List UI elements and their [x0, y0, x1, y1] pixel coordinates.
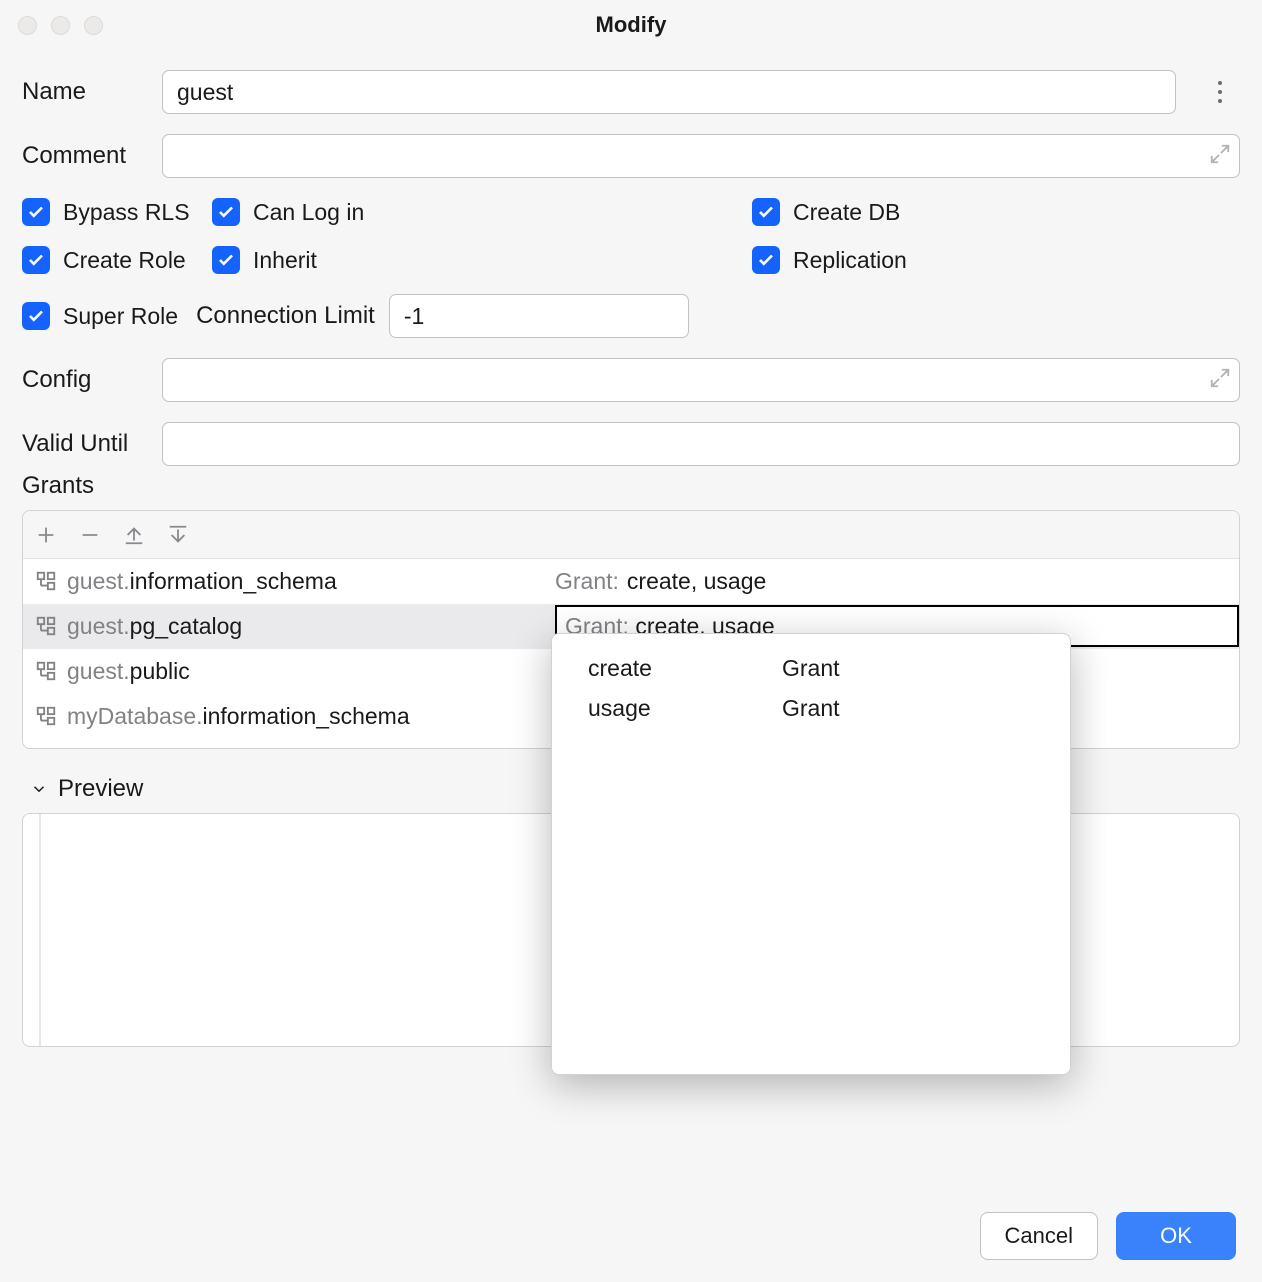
preview-gutter	[39, 814, 41, 1046]
popup-item-kind: Grant	[782, 695, 840, 722]
expand-icon	[1209, 143, 1231, 165]
valid-until-label: Valid Until	[22, 430, 162, 458]
bypass-rls-checkbox[interactable]: Bypass RLS	[22, 198, 212, 226]
name-more-button[interactable]	[1200, 81, 1240, 103]
comment-input[interactable]	[162, 134, 1240, 178]
schema-icon	[35, 615, 57, 637]
checkbox-checked-icon	[212, 246, 240, 274]
form-body: Name guest Comment Bypass RLS Can Log in…	[0, 50, 1262, 466]
checkbox-checked-icon	[752, 198, 780, 226]
remove-button[interactable]	[79, 524, 101, 546]
name-value: guest	[177, 79, 233, 106]
move-down-button[interactable]	[167, 524, 189, 546]
grants-toolbar	[23, 511, 1239, 559]
move-up-button[interactable]	[123, 524, 145, 546]
options-grid: Bypass RLS Can Log in Create DB Create R…	[22, 198, 1240, 274]
config-input[interactable]	[162, 358, 1240, 402]
ok-button[interactable]: OK	[1116, 1212, 1236, 1260]
name-label: Name	[22, 78, 162, 106]
checkbox-checked-icon	[212, 198, 240, 226]
kebab-icon	[1218, 81, 1222, 85]
create-db-checkbox[interactable]: Create DB	[752, 198, 1240, 226]
connection-limit-input[interactable]: -1	[389, 294, 689, 338]
checkbox-checked-icon	[752, 246, 780, 274]
name-row: Name guest	[22, 70, 1240, 114]
arrow-down-icon	[167, 524, 189, 546]
checkbox-checked-icon	[22, 198, 50, 226]
can-login-label: Can Log in	[253, 199, 364, 226]
footer: Cancel OK	[980, 1212, 1236, 1260]
comment-row: Comment	[22, 134, 1240, 178]
create-role-checkbox[interactable]: Create Role	[22, 246, 212, 274]
ok-label: OK	[1160, 1223, 1192, 1249]
kebab-icon	[1218, 99, 1222, 103]
grants-label: Grants	[22, 472, 1262, 500]
popup-item-name: create	[552, 655, 782, 682]
super-role-row: Super Role Connection Limit -1	[22, 294, 1240, 338]
can-login-checkbox[interactable]: Can Log in	[212, 198, 752, 226]
grant-row[interactable]: guest.information_schema Grant: create, …	[23, 559, 1239, 604]
replication-checkbox[interactable]: Replication	[752, 246, 1240, 274]
popup-item-name: usage	[552, 695, 782, 722]
popup-item[interactable]: create Grant	[552, 648, 1070, 688]
grant-completion-popup[interactable]: create Grant usage Grant	[551, 633, 1071, 1075]
super-role-label: Super Role	[63, 303, 178, 330]
checkbox-checked-icon	[22, 302, 50, 330]
connection-limit-value: -1	[404, 303, 424, 330]
grant-scope-name: pg_catalog	[130, 613, 243, 639]
name-input[interactable]: guest	[162, 70, 1176, 114]
arrow-up-icon	[123, 524, 145, 546]
config-label: Config	[22, 366, 162, 394]
config-row: Config	[22, 358, 1240, 402]
expand-icon	[1209, 367, 1231, 389]
valid-until-row: Valid Until	[22, 422, 1240, 466]
grant-scope-prefix: myDatabase.	[67, 703, 203, 729]
replication-label: Replication	[793, 247, 907, 274]
add-button[interactable]	[35, 524, 57, 546]
super-role-checkbox[interactable]: Super Role	[22, 302, 178, 330]
schema-icon	[35, 570, 57, 592]
grant-scope-name: information_schema	[130, 568, 337, 594]
grant-scope-prefix: guest.	[67, 568, 130, 594]
grant-detail-value: create, usage	[627, 568, 766, 595]
checkbox-checked-icon	[22, 246, 50, 274]
popup-item-kind: Grant	[782, 655, 840, 682]
grant-scope-name: information_schema	[203, 703, 410, 729]
minus-icon	[79, 524, 101, 546]
inherit-label: Inherit	[253, 247, 317, 274]
comment-label: Comment	[22, 142, 162, 170]
grant-scope-name: public	[130, 658, 190, 684]
popup-item[interactable]: usage Grant	[552, 688, 1070, 728]
connection-limit-label: Connection Limit	[196, 302, 375, 330]
chevron-down-icon	[30, 780, 48, 798]
window-title: Modify	[0, 12, 1262, 38]
preview-label: Preview	[58, 775, 143, 803]
schema-icon	[35, 660, 57, 682]
grant-detail-label: Grant:	[555, 568, 619, 595]
plus-icon	[35, 524, 57, 546]
inherit-checkbox[interactable]: Inherit	[212, 246, 752, 274]
cancel-button[interactable]: Cancel	[980, 1212, 1098, 1260]
create-role-label: Create Role	[63, 247, 186, 274]
grant-scope-prefix: guest.	[67, 658, 130, 684]
schema-icon	[35, 705, 57, 727]
kebab-icon	[1218, 90, 1222, 94]
create-db-label: Create DB	[793, 199, 900, 226]
titlebar: Modify	[0, 0, 1262, 50]
grant-scope-prefix: guest.	[67, 613, 130, 639]
bypass-rls-label: Bypass RLS	[63, 199, 190, 226]
cancel-label: Cancel	[1005, 1223, 1073, 1249]
valid-until-input[interactable]	[162, 422, 1240, 466]
